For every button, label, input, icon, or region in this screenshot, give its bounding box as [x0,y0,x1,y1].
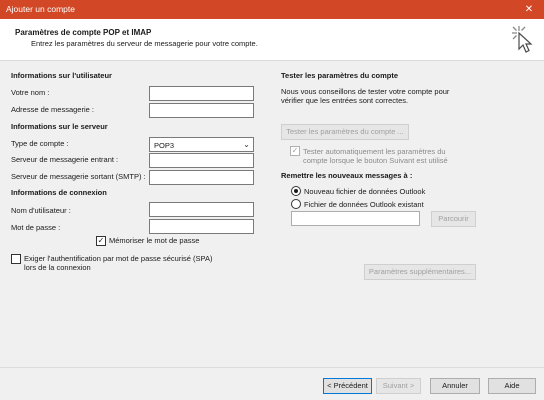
server-info-heading: Informations sur le serveur [11,122,108,131]
outgoing-server-label: Serveur de messagerie sortant (SMTP) : [11,172,146,181]
password-label: Mot de passe : [11,223,61,232]
browse-button[interactable]: Parcourir [431,211,476,227]
dialog-header: Paramètres de compte POP et IMAP Entrez … [0,19,544,61]
auto-test-checkbox[interactable]: ✓ [290,146,300,156]
test-desc-line1: Nous vous conseillons de tester votre co… [281,87,450,96]
header-title: Paramètres de compte POP et IMAP [15,28,152,37]
existing-data-file-radio[interactable] [291,199,301,209]
title-bar: Ajouter un compte ✕ [0,0,544,19]
deliver-heading: Remettre les nouveaux messages à : [281,171,413,180]
new-data-file-label: Nouveau fichier de données Outlook [304,187,426,196]
header-subtitle: Entrez les paramètres du serveur de mess… [31,39,258,48]
email-input[interactable] [149,103,254,118]
more-settings-button[interactable]: Paramètres supplémentaires... [364,264,476,280]
chevron-down-icon: ⌄ [243,140,250,149]
next-button[interactable]: Suivant > [376,378,421,394]
existing-data-file-path[interactable] [291,211,420,226]
dialog-footer: < Précédent Suivant > Annuler Aide [0,367,544,400]
spa-checkbox[interactable] [11,254,21,264]
incoming-server-label: Serveur de messagerie entrant : [11,155,119,164]
close-icon[interactable]: ✕ [514,0,544,19]
account-type-value: POP3 [154,141,175,150]
spa-label-line1: Exiger l'authentification par mot de pas… [24,254,213,263]
test-desc-line2: vérifier que les entrées sont correctes. [281,96,409,105]
test-settings-heading: Tester les paramètres du compte [281,71,398,80]
back-button[interactable]: < Précédent [323,378,372,394]
existing-data-file-label: Fichier de données Outlook existant [304,200,424,209]
account-type-select[interactable]: POP3 ⌄ [149,137,254,152]
window-title: Ajouter un compte [6,4,75,14]
password-input[interactable] [149,219,254,234]
name-label: Votre nom : [11,88,50,97]
incoming-server-input[interactable] [149,153,254,168]
outgoing-server-input[interactable] [149,170,254,185]
remember-password-checkbox[interactable]: ✓ [96,236,106,246]
logon-info-heading: Informations de connexion [11,188,107,197]
auto-test-label-line1: Tester automatiquement les paramètres du [303,147,446,156]
cursor-click-icon [512,26,533,53]
username-input[interactable] [149,202,254,217]
dialog-content: Informations sur l'utilisateur Votre nom… [0,61,544,367]
auto-test-label-line2: compte lorsque le bouton Suivant est uti… [303,156,448,165]
test-settings-button[interactable]: Tester les paramètres du compte ... [281,124,409,140]
name-input[interactable] [149,86,254,101]
remember-password-label: Mémoriser le mot de passe [109,236,200,245]
email-label: Adresse de messagerie : [11,105,94,114]
spa-label-line2: lors de la connexion [24,263,91,272]
help-button[interactable]: Aide [488,378,536,394]
cancel-button[interactable]: Annuler [430,378,480,394]
new-data-file-radio[interactable] [291,186,301,196]
user-info-heading: Informations sur l'utilisateur [11,71,112,80]
username-label: Nom d'utilisateur : [11,206,71,215]
account-type-label: Type de compte : [11,139,69,148]
